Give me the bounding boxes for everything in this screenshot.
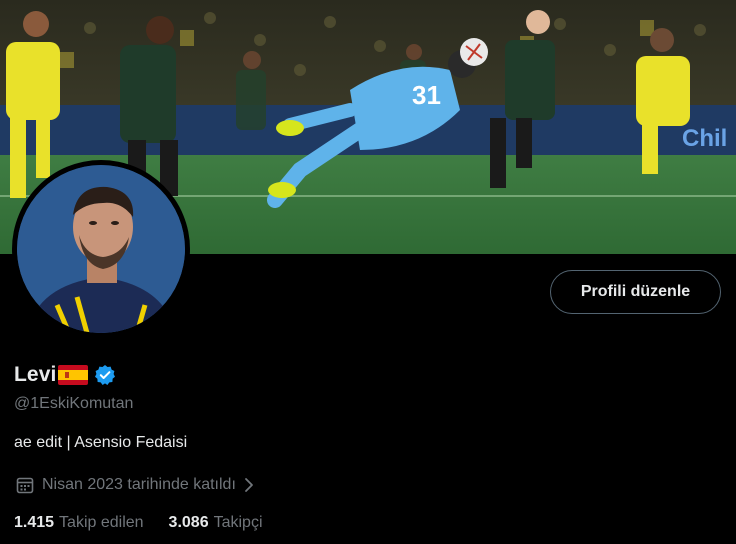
calendar-icon <box>16 477 34 494</box>
followers-label: Takipçi <box>213 514 263 531</box>
ad-board-text: Chil <box>682 125 727 152</box>
display-name: Levi <box>14 363 57 386</box>
profile-bio: ae edit | Asensio Fedaisi <box>14 434 188 451</box>
verified-badge-icon[interactable] <box>94 364 116 386</box>
joined-date-row[interactable]: Nisan 2023 tarihinde katıldı <box>16 474 256 496</box>
followers-count: 3.086 <box>168 514 209 531</box>
avatar-image <box>17 165 185 333</box>
profile-avatar[interactable] <box>12 160 190 338</box>
edit-profile-button[interactable]: Profili düzenle <box>550 270 721 314</box>
following-count: 1.415 <box>14 514 55 531</box>
display-name-row: Levi <box>14 362 116 388</box>
following-label: Takip edilen <box>59 514 144 531</box>
followers-link[interactable]: 3.086 Takipçi <box>169 514 263 532</box>
following-link[interactable]: 1.415 Takip edilen <box>14 514 144 532</box>
spain-flag-icon <box>58 365 89 385</box>
follow-stats: 1.415 Takip edilen 3.086 Takipçi <box>14 514 263 532</box>
user-handle: @1EskiKomutan <box>14 395 134 412</box>
joined-date-text: Nisan 2023 tarihinde katıldı <box>42 476 236 493</box>
jersey-number: 31 <box>412 80 441 110</box>
chevron-right-icon <box>245 478 253 492</box>
